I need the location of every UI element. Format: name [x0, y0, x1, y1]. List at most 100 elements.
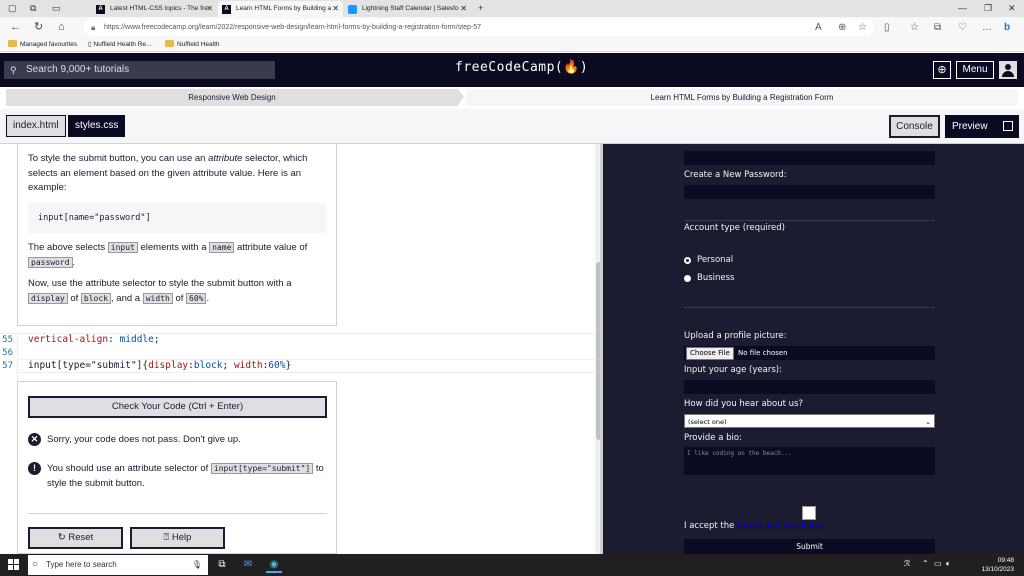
restore-icon[interactable]: ❐: [984, 0, 992, 17]
editor-pane: To style the submit button, you can use …: [0, 144, 600, 554]
favourite-folder[interactable]: Managed favourites: [8, 38, 77, 51]
breadcrumb-lesson[interactable]: Learn HTML Forms by Building a Registrat…: [466, 89, 1018, 106]
folder-icon: [165, 40, 174, 47]
url-text: https://www.freecodecamp.org/learn/2022/…: [104, 24, 481, 31]
url-field[interactable]: 🔒︎ https://www.freecodecamp.org/learn/20…: [84, 19, 874, 36]
task-view-icon[interactable]: ⧉: [214, 557, 230, 573]
tab-styles-css[interactable]: styles.css: [68, 115, 126, 137]
new-tab-button[interactable]: +: [478, 0, 483, 17]
code-line[interactable]: input[type="submit"]{display:block; widt…: [28, 360, 291, 371]
account-type-legend: Account type (required): [684, 223, 785, 233]
vertical-tabs-icon[interactable]: ▭: [52, 0, 61, 17]
tab-actions-icon[interactable]: ▢: [8, 0, 17, 17]
zoom-icon[interactable]: ⊕: [838, 20, 846, 35]
tab-label: Learn HTML Forms by Building a: [236, 5, 332, 12]
tab-index-html[interactable]: index.html: [6, 115, 66, 137]
back-icon[interactable]: ←: [10, 20, 21, 35]
age-label: Input your age (years):: [684, 365, 782, 375]
favourite-link[interactable]: ▯ Nuffield Health Re...: [88, 38, 151, 51]
editor-toolbar: index.html styles.css Console Preview: [0, 109, 1024, 144]
favourite-star-icon[interactable]: ☆: [858, 20, 867, 35]
password-field[interactable]: [684, 185, 935, 199]
minimize-icon[interactable]: —: [958, 0, 967, 17]
check-code-button[interactable]: Check Your Code (Ctrl + Enter): [28, 396, 327, 418]
divider: [28, 513, 327, 514]
radio-icon: [684, 275, 691, 282]
favourite-folder[interactable]: Nuffield Health: [165, 38, 220, 51]
windows-start-icon[interactable]: [8, 559, 19, 570]
breadcrumb-section[interactable]: Responsive Web Design: [6, 89, 458, 106]
favourites-icon[interactable]: ☆: [910, 20, 919, 35]
volume-icon[interactable]: 🔈︎: [946, 559, 951, 569]
preview-pane: Create a New Password: Account type (req…: [603, 144, 1024, 554]
chevron-down-icon: ⌄: [925, 418, 931, 426]
tray-chevron-icon[interactable]: ⌃: [922, 559, 929, 568]
choose-file-button[interactable]: Choose File: [686, 347, 734, 360]
fcc-favicon-icon: A: [96, 5, 105, 14]
extensions-icon[interactable]: ♡: [958, 20, 967, 35]
mail-icon[interactable]: ✉: [240, 557, 256, 573]
browser-tab[interactable]: Lightning Staff Calendar | Salesfo ✕: [344, 1, 471, 17]
password-label: Create a New Password:: [684, 170, 787, 180]
reset-button[interactable]: ↻ Reset: [28, 527, 123, 549]
close-tab-icon[interactable]: ✕: [206, 1, 213, 17]
line-number: 56: [2, 348, 13, 358]
close-circle-icon: ✕: [28, 433, 41, 446]
age-field[interactable]: [684, 380, 935, 394]
breadcrumb-arrow: [458, 89, 464, 105]
preview-button[interactable]: Preview: [945, 115, 1019, 138]
file-input[interactable]: Choose File No file chosen: [684, 346, 935, 360]
close-window-icon[interactable]: ✕: [1008, 0, 1016, 17]
search-icon: ⚲: [10, 65, 17, 75]
taskbar-clock[interactable]: 09:48 13/10/2023: [981, 556, 1014, 574]
help-button[interactable]: ⍰ Help: [130, 527, 225, 549]
network-icon[interactable]: ▭: [934, 559, 942, 568]
instructions-panel: To style the submit button, you can use …: [17, 144, 337, 326]
fcc-logo[interactable]: freeCodeCamp(🔥): [455, 60, 588, 75]
edge-browser-icon[interactable]: ◉: [266, 557, 282, 573]
language-globe-icon[interactable]: ⊕: [933, 61, 951, 79]
instruction-paragraph: Now, use the attribute selector to style…: [28, 278, 292, 304]
people-icon[interactable]: ℛ: [904, 559, 910, 568]
split-screen-icon[interactable]: ▯: [884, 20, 890, 35]
submit-button[interactable]: Submit: [684, 539, 935, 554]
browser-tab-bar: A Latest HTML-CSS topics - The fre ✕ A L…: [0, 0, 1024, 17]
line-number: 57: [2, 361, 13, 371]
favourites-bar: Managed favourites ▯ Nuffield Health Re.…: [0, 38, 1024, 52]
more-icon[interactable]: …: [982, 20, 992, 35]
email-field[interactable]: [684, 151, 935, 165]
lock-icon: 🔒︎: [91, 23, 96, 32]
avatar[interactable]: [999, 61, 1017, 79]
referrer-label: How did you hear about us?: [684, 399, 803, 409]
fcc-favicon-icon: A: [222, 5, 231, 14]
close-tab-icon[interactable]: ✕: [460, 1, 467, 17]
terms-link[interactable]: terms and conditions: [737, 521, 827, 531]
bio-textarea[interactable]: I like coding on the beach...: [684, 447, 935, 475]
breadcrumb: Responsive Web Design Learn HTML Forms b…: [0, 87, 1024, 109]
terms-checkbox[interactable]: [802, 506, 816, 520]
browser-tab[interactable]: A Latest HTML-CSS topics - The fre ✕: [92, 1, 217, 17]
reset-icon: ↻: [57, 532, 69, 543]
close-tab-icon[interactable]: ✕: [332, 1, 339, 17]
collections-icon[interactable]: ⧉: [934, 20, 941, 35]
instruction-paragraph: To style the submit button, you can use …: [28, 153, 308, 193]
terms-label: I accept the terms and conditions: [684, 521, 827, 531]
referrer-select[interactable]: (select one) ⌄: [684, 414, 935, 428]
lightbulb-icon: !: [28, 462, 41, 475]
console-button[interactable]: Console: [889, 115, 940, 138]
menu-button[interactable]: Menu: [956, 61, 994, 79]
refresh-icon[interactable]: ↻: [34, 20, 43, 35]
home-icon[interactable]: ⌂: [58, 20, 65, 35]
browser-tab-active[interactable]: A Learn HTML Forms by Building a ✕: [218, 1, 343, 17]
taskbar-search[interactable]: ○ Type here to search 🎙︎: [28, 555, 208, 575]
tab-label: Latest HTML-CSS topics - The fre: [110, 5, 208, 12]
microphone-icon[interactable]: 🎙︎: [192, 555, 202, 575]
search-input[interactable]: ⚲ Search 9,000+ tutorials: [4, 61, 275, 79]
code-editor[interactable]: 55 56 57 vertical-align: middle; input[t…: [0, 333, 600, 380]
bing-icon[interactable]: b: [1004, 20, 1010, 35]
code-line[interactable]: vertical-align: middle;: [28, 334, 160, 345]
popout-icon: [1003, 121, 1013, 131]
windows-taskbar: ○ Type here to search 🎙︎ ⧉ ✉ ◉ ℛ ⌃ ▭ 🔈︎ …: [0, 554, 1024, 576]
read-aloud-icon[interactable]: A: [815, 20, 822, 35]
workspaces-icon[interactable]: ⧉: [30, 0, 36, 17]
